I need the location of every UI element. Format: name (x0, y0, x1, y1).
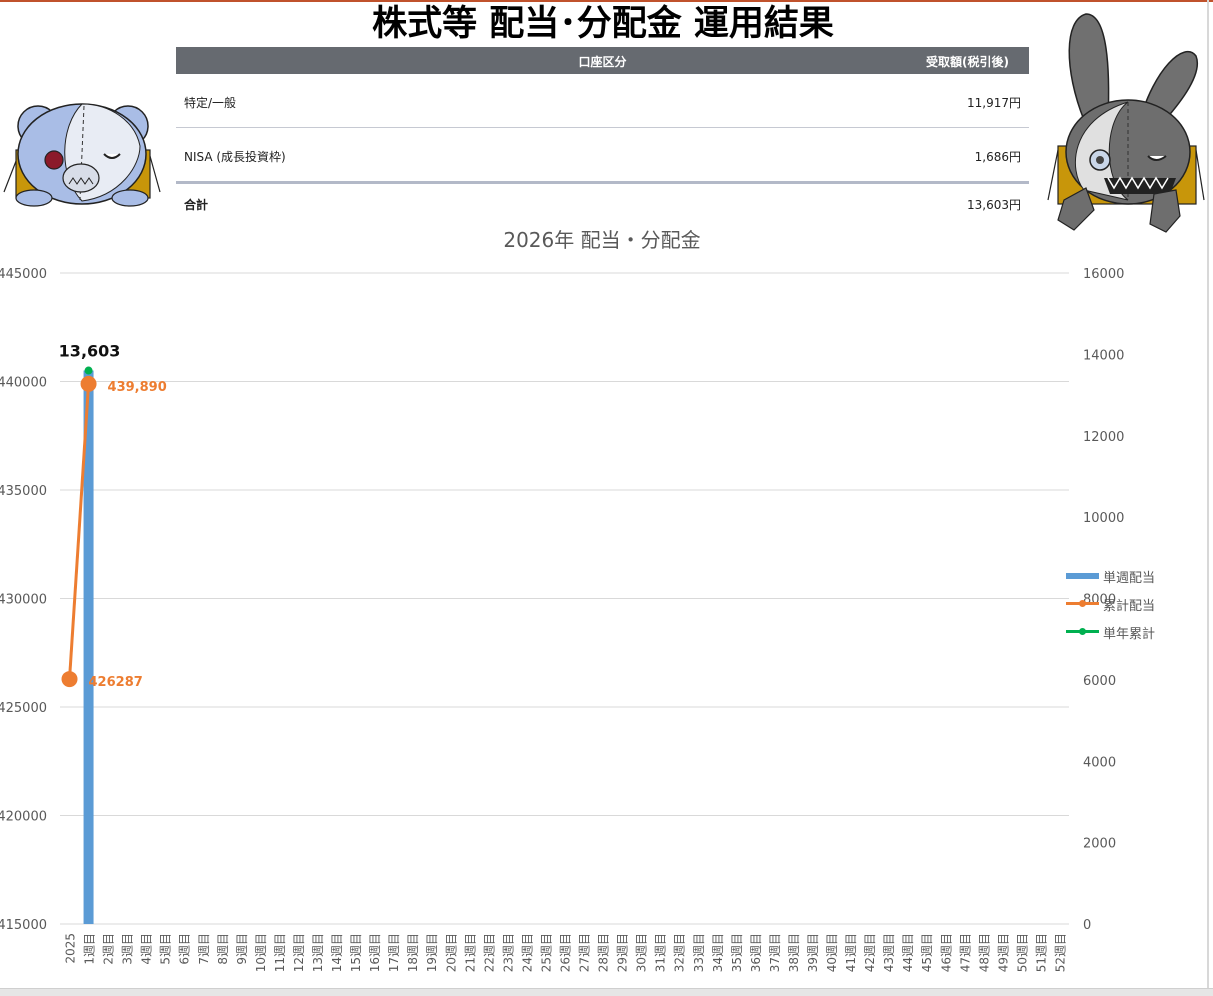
x-tick-label: 9週目 (235, 933, 249, 965)
y-right-tick-label: 10000 (1083, 511, 1124, 526)
x-tick-label: 10週目 (254, 933, 268, 972)
point-cumulative (61, 671, 78, 688)
data-label: 13,603 (59, 342, 121, 361)
x-tick-label: 52週目 (1053, 933, 1067, 972)
chart-title: 2026年 配当・分配金 (503, 228, 700, 252)
x-tick-label: 12週目 (292, 933, 306, 972)
y-left-tick-label: 415000 (0, 918, 47, 933)
bear-mascot (3, 103, 161, 207)
x-tick-label: 45週目 (920, 933, 934, 972)
x-tick-label: 5週目 (159, 933, 173, 965)
x-tick-label: 30週目 (635, 933, 649, 972)
data-label: 426287 (89, 675, 143, 690)
x-tick-label: 35週目 (730, 933, 744, 972)
y-right-tick-label: 0 (1083, 918, 1091, 933)
x-tick-label: 43週目 (882, 933, 896, 972)
x-tick-label: 25週目 (539, 933, 553, 972)
x-tick-label: 42週目 (863, 933, 877, 972)
y-right-tick-label: 4000 (1083, 755, 1116, 770)
rabbit-mascot (1047, 13, 1205, 233)
x-tick-label: 7週目 (197, 933, 211, 965)
x-tick-label: 3週目 (121, 933, 135, 965)
x-tick-label: 1週目 (83, 933, 97, 965)
x-tick-label: 26週目 (559, 933, 573, 972)
x-tick-label: 17週目 (387, 933, 401, 972)
legend-label: 累計配当 (1103, 599, 1156, 614)
legend-label: 単週配当 (1103, 571, 1156, 586)
x-tick-label: 50週目 (1015, 933, 1029, 972)
y-left-tick-label: 435000 (0, 484, 47, 499)
x-tick-label: 37週目 (768, 933, 782, 972)
x-tick-label: 41週目 (844, 933, 858, 972)
x-tick-label: 28週目 (597, 933, 611, 972)
x-tick-label: 22週目 (482, 933, 496, 972)
x-tick-label: 36週目 (749, 933, 763, 972)
x-tick-label: 32週目 (673, 933, 687, 972)
x-tick-label: 24週目 (520, 933, 534, 972)
y-left-tick-label: 425000 (0, 701, 47, 716)
x-tick-label: 23週目 (501, 933, 515, 972)
x-tick-label: 15週目 (349, 933, 363, 972)
x-tick-label: 14週目 (330, 933, 344, 972)
x-tick-label: 13週目 (311, 933, 325, 972)
point-cumulative (80, 375, 97, 392)
legend-marker (1079, 628, 1086, 635)
x-tick-label: 16週目 (368, 933, 382, 972)
x-tick-label: 20週目 (444, 933, 458, 972)
legend-label: 単年累計 (1103, 627, 1156, 642)
x-tick-label: 8週目 (216, 933, 230, 965)
dividend-chart: 2026年 配当・分配金 415000 420000 425000 430000 4350… (0, 228, 1124, 972)
x-tick-label: 46週目 (939, 933, 953, 972)
x-tick-label: 44週目 (901, 933, 915, 972)
y-left-tick-label: 445000 (0, 267, 47, 282)
x-tick-label: 49週目 (996, 933, 1010, 972)
x-tick-label: 29週目 (616, 933, 630, 972)
y-left-tick-label: 430000 (0, 593, 47, 608)
y-right-tick-label: 14000 (1083, 348, 1124, 363)
x-tick-label: 18週目 (406, 933, 420, 972)
x-tick-label: 33週目 (692, 933, 706, 972)
x-tick-label: 6週目 (178, 933, 192, 965)
y-right-tick-label: 6000 (1083, 674, 1116, 689)
x-tick-label: 19週目 (425, 933, 439, 972)
x-tick-label: 48週目 (977, 933, 991, 972)
x-tick-label: 2025 (64, 933, 78, 964)
point-yearly (84, 366, 93, 375)
y-left-tick-label: 440000 (0, 376, 47, 391)
x-tick-label: 31週目 (654, 933, 668, 972)
x-tick-label: 39週目 (806, 933, 820, 972)
y-right-tick-label: 16000 (1083, 267, 1124, 282)
x-tick-label: 47週目 (958, 933, 972, 972)
x-tick-label: 21週目 (463, 933, 477, 972)
legend-swatch (1066, 573, 1099, 579)
x-tick-label: 2週目 (102, 933, 116, 965)
data-label: 439,890 (108, 380, 167, 395)
legend-marker (1079, 600, 1086, 607)
x-tick-label: 34週目 (711, 933, 725, 972)
x-tick-label: 38週目 (787, 933, 801, 972)
y-right-tick-label: 2000 (1083, 837, 1116, 852)
y-right-tick-label: 12000 (1083, 430, 1124, 445)
x-tick-label: 40週目 (825, 933, 839, 972)
x-tick-label: 51週目 (1034, 933, 1048, 972)
x-tick-label: 27週目 (578, 933, 592, 972)
x-tick-label: 4週目 (140, 933, 154, 965)
y-left-tick-label: 420000 (0, 810, 47, 825)
x-tick-label: 11週目 (273, 933, 287, 972)
